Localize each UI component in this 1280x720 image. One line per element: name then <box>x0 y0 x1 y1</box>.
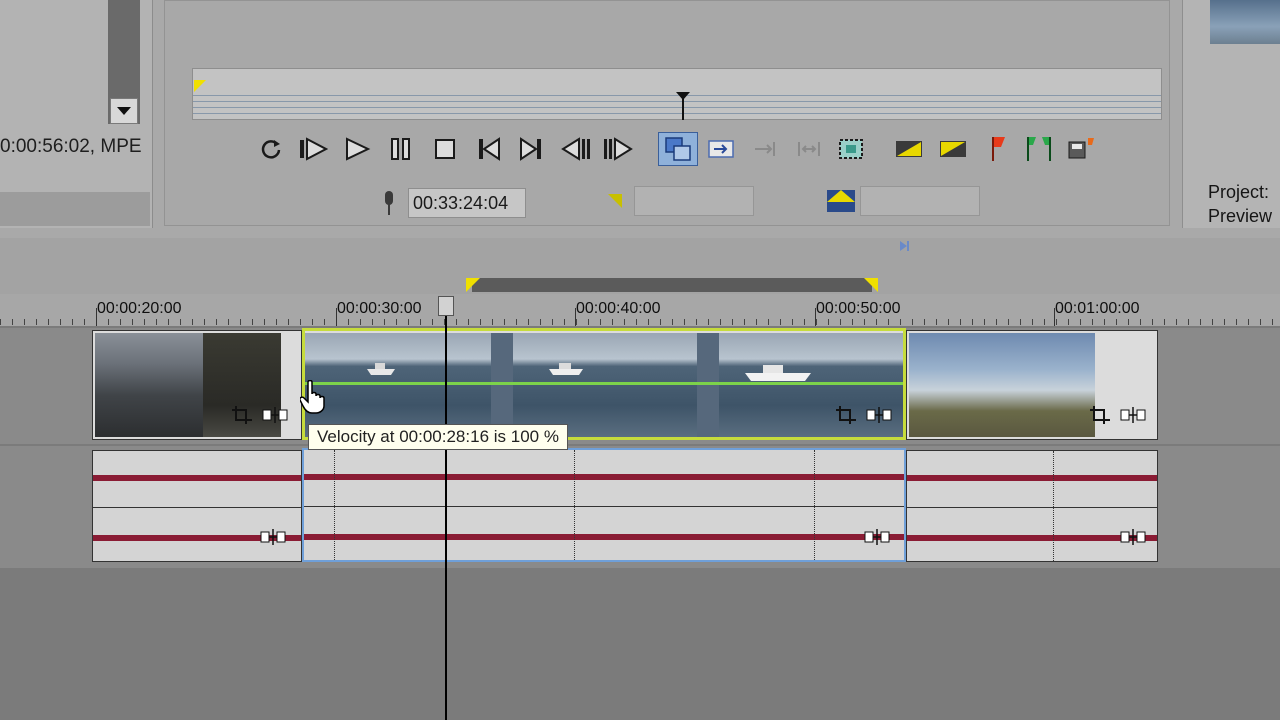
save-button[interactable] <box>1064 132 1098 166</box>
stop-button[interactable] <box>428 132 462 166</box>
stop-icon <box>435 139 455 159</box>
trim-region-button[interactable] <box>834 132 868 166</box>
channel-separator <box>93 507 301 508</box>
trimmer-in-marker[interactable] <box>194 80 206 92</box>
scroll-down-button[interactable] <box>110 98 138 124</box>
project-label: Project: <box>1208 182 1270 202</box>
loop-icon <box>261 140 281 159</box>
select-button[interactable] <box>658 132 698 166</box>
clip-thumbnail-boat <box>305 333 491 437</box>
pause-icon <box>391 138 410 160</box>
beat-gridline <box>1053 451 1054 561</box>
clip-thumbnail-coast <box>909 333 1095 437</box>
crop-icon[interactable] <box>230 404 256 426</box>
loop-start-handle[interactable] <box>466 278 480 292</box>
previous-frame-button[interactable] <box>558 132 592 166</box>
previous-frame-icon <box>561 137 590 161</box>
channel-separator <box>907 507 1157 508</box>
add-to-timeline-icon <box>708 140 734 158</box>
ruler-minor-ticks <box>0 319 1280 325</box>
play-from-start-icon <box>300 137 328 161</box>
ruler-label: 00:00:40:00 <box>576 300 661 317</box>
add-after-button[interactable] <box>748 132 782 166</box>
event-fx-icon[interactable] <box>262 404 288 426</box>
in-point-marker-icon <box>608 194 622 208</box>
audio-fx-icon[interactable] <box>1120 526 1146 548</box>
marker-icon <box>992 137 1005 161</box>
audio-fx-icon[interactable] <box>260 526 286 548</box>
ruler-label: 00:00:20:00 <box>97 300 182 317</box>
audio-event-clip-2-selected[interactable] <box>302 448 906 562</box>
timeline-playhead[interactable] <box>445 310 447 720</box>
insert-region-button[interactable] <box>1022 132 1056 166</box>
next-frame-icon <box>604 137 633 161</box>
trimmer-track-line <box>193 101 1161 102</box>
ruler-label: 00:01:00:00 <box>1055 300 1140 317</box>
selection-length-icon <box>827 190 855 212</box>
next-frame-button[interactable] <box>602 132 636 166</box>
insert-marker-button[interactable] <box>980 132 1014 166</box>
select-icon <box>665 137 691 161</box>
loop-end-handle[interactable] <box>864 278 878 292</box>
trimmer-track-line <box>193 113 1161 114</box>
selection-length-field[interactable] <box>860 186 980 216</box>
play-icon <box>346 137 371 161</box>
play-button[interactable] <box>340 132 374 166</box>
audio-waveform-left <box>93 475 301 481</box>
in-point-field[interactable] <box>634 186 754 216</box>
go-to-start-button[interactable] <box>472 132 506 166</box>
project-info-label: Project: Preview <box>1208 180 1272 228</box>
hand-cursor-icon <box>300 380 325 414</box>
beat-gridline <box>574 450 575 560</box>
ruler-label: 00:00:50:00 <box>816 300 901 317</box>
add-to-timeline-button[interactable] <box>704 132 738 166</box>
event-fx-icon[interactable] <box>1120 404 1146 426</box>
add-after-icon <box>755 142 775 156</box>
cursor-position-field[interactable]: 00:33:24:04 <box>408 188 526 218</box>
ruler-label: 00:00:30:00 <box>337 300 422 317</box>
playhead-handle[interactable] <box>438 296 454 316</box>
set-in-point-button[interactable] <box>892 132 926 166</box>
crop-icon[interactable] <box>834 404 860 426</box>
audio-waveform-left <box>907 475 1157 481</box>
fit-to-fill-button[interactable] <box>792 132 826 166</box>
time-ruler[interactable]: 00:00:20:00 00:00:30:00 00:00:40:00 00:0… <box>0 294 1280 327</box>
media-properties-text: 0:00:56:02, MPE <box>0 136 142 157</box>
out-point-icon <box>940 141 966 157</box>
boat-icon <box>549 363 583 375</box>
clip-frame-gap <box>491 333 513 437</box>
clip-frame-gap <box>697 333 719 437</box>
go-to-end-icon <box>520 137 541 161</box>
play-from-start-button[interactable] <box>296 132 330 166</box>
pause-button[interactable] <box>384 132 418 166</box>
beat-gridline <box>334 450 335 560</box>
crop-icon[interactable] <box>1088 404 1114 426</box>
velocity-tooltip: Velocity at 00:00:28:16 is 100 % <box>308 424 568 450</box>
trimmer-track-line <box>193 107 1161 108</box>
loop-region-bar[interactable] <box>472 278 872 292</box>
boat-icon <box>367 363 395 375</box>
go-to-start-icon <box>479 137 500 161</box>
region-icon <box>1027 137 1051 161</box>
in-point-icon <box>896 141 922 157</box>
trim-region-icon <box>839 139 863 159</box>
preview-label: Preview <box>1208 206 1273 226</box>
audio-fx-icon[interactable] <box>864 526 890 548</box>
fit-to-fill-icon <box>798 142 820 156</box>
marker-icon <box>900 241 909 251</box>
chevron-down-icon <box>117 107 131 115</box>
preview-image <box>1210 0 1280 44</box>
beat-gridline <box>814 450 815 560</box>
loop-playback-button[interactable] <box>254 132 288 166</box>
event-fx-icon[interactable] <box>866 404 892 426</box>
boat-icon <box>745 365 811 381</box>
clip-thumbnail-boat <box>513 333 697 437</box>
media-pane-footer <box>0 192 150 226</box>
go-to-end-button[interactable] <box>514 132 548 166</box>
set-out-point-button[interactable] <box>936 132 970 166</box>
trimmer-playhead[interactable] <box>682 94 684 120</box>
cursor-position-icon <box>385 191 393 215</box>
velocity-envelope[interactable] <box>305 382 903 385</box>
save-icon <box>1068 138 1094 159</box>
